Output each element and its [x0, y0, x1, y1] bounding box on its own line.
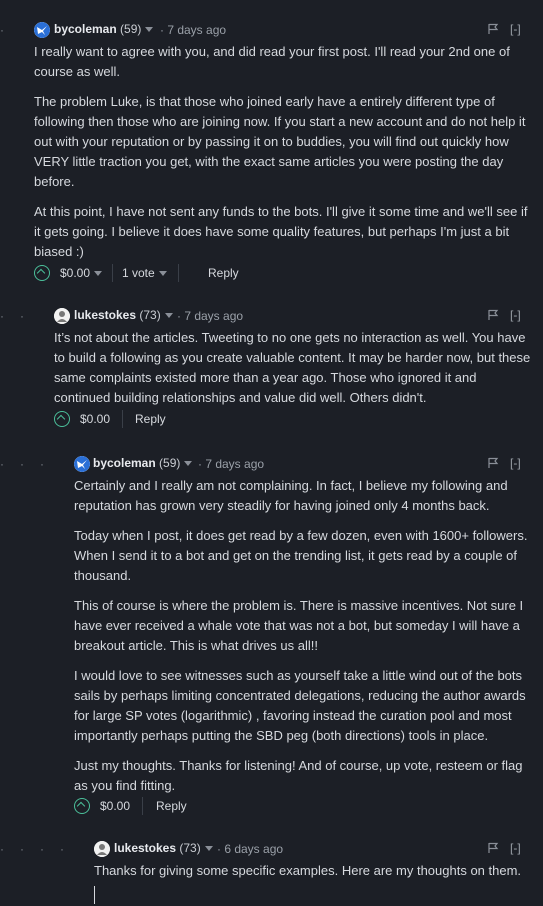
thread-dots: ·	[0, 23, 4, 37]
collapse-toggle[interactable]: [-]	[510, 841, 521, 855]
author-name[interactable]: bycoleman (59)	[54, 22, 154, 36]
divider	[142, 797, 143, 815]
avatar-image-icon	[54, 308, 70, 324]
comment-time[interactable]: · 7 days ago	[198, 457, 264, 471]
chevron-down-icon[interactable]	[94, 271, 103, 277]
comment-paragraph: Just my thoughts. Thanks for listening! …	[74, 758, 523, 793]
flag-icon[interactable]	[487, 309, 499, 321]
vote-count-label: 1 vote	[122, 266, 155, 280]
avatar-image-icon	[94, 841, 110, 857]
flag-icon[interactable]	[487, 23, 499, 35]
comment: · · · bycoleman (59) · 7 days ago [-] Cert…	[0, 454, 543, 820]
thread-dots: · · ·	[0, 457, 44, 471]
avatar[interactable]	[54, 308, 70, 324]
comment-time[interactable]: · 6 days ago	[217, 842, 283, 856]
comment: · · · · lukestokes (73) · 6 days ago [-] Th…	[0, 839, 543, 899]
comment-body: I really want to agree with you, and did…	[34, 42, 535, 272]
comment-footer: $0.00 Reply	[74, 797, 543, 817]
comment-header: · · lukestokes (73) · 7 days ago [-]	[0, 306, 543, 326]
comment-footer: $0.00 Reply	[54, 410, 543, 430]
upvote-icon[interactable]	[34, 265, 50, 281]
divider	[178, 264, 179, 282]
flag-icon[interactable]	[487, 842, 499, 854]
comment-paragraph: Today when I post, it does get read by a…	[74, 528, 528, 583]
text-cursor	[94, 886, 95, 904]
comment: · · lukestokes (73) · 7 days ago [-] It’s…	[0, 306, 543, 430]
comment-header: · bycoleman (59) · 7 days ago [-]	[0, 20, 543, 40]
comment-paragraph: At this point, I have not sent any funds…	[34, 204, 528, 259]
payout-amount: $0.00	[60, 266, 91, 280]
avatar[interactable]	[74, 456, 90, 472]
author-link[interactable]: lukestokes	[74, 308, 136, 322]
comment-paragraph: Thanks for giving some specific examples…	[94, 863, 522, 878]
payout-value[interactable]: $0.00	[80, 412, 110, 426]
author-name[interactable]: bycoleman (59)	[93, 456, 193, 470]
avatar-image-icon	[74, 456, 90, 472]
comment: · bycoleman (59) · 7 days ago [-] I real…	[0, 20, 543, 285]
reply-button[interactable]: Reply	[135, 412, 166, 426]
thread-dots: · · · ·	[0, 842, 64, 856]
author-name[interactable]: lukestokes (73)	[74, 308, 173, 322]
payout-value[interactable]: $0.00	[100, 799, 130, 813]
flag-icon[interactable]	[487, 457, 499, 469]
comment-paragraph: I would love to see witnesses such as yo…	[74, 668, 526, 743]
comment-paragraph: Certainly and I really am not complainin…	[74, 478, 508, 513]
divider	[122, 410, 123, 428]
comment-time[interactable]: · 7 days ago	[177, 309, 243, 323]
author-reputation: (73)	[139, 308, 161, 322]
comment-body: Thanks for giving some specific examples…	[94, 861, 535, 891]
collapse-toggle[interactable]: [-]	[510, 308, 521, 322]
chevron-down-icon[interactable]	[158, 271, 167, 277]
author-name[interactable]: lukestokes (73)	[114, 841, 213, 855]
chevron-down-icon[interactable]	[164, 313, 173, 319]
chevron-down-icon[interactable]	[184, 461, 193, 467]
comment-paragraph: It’s not about the articles. Tweeting to…	[54, 330, 531, 405]
payout-value[interactable]: $0.00	[60, 266, 103, 280]
thread-dots: · ·	[0, 309, 24, 323]
avatar[interactable]	[94, 841, 110, 857]
reply-button[interactable]: Reply	[156, 799, 187, 813]
upvote-icon[interactable]	[54, 411, 70, 427]
vote-count[interactable]: 1 vote	[122, 266, 167, 280]
author-reputation: (59)	[159, 456, 181, 470]
chevron-down-icon[interactable]	[145, 27, 154, 33]
avatar-image-icon	[34, 22, 50, 38]
author-link[interactable]: bycoleman	[93, 456, 156, 470]
upvote-icon[interactable]	[74, 798, 90, 814]
author-reputation: (59)	[120, 22, 142, 36]
comment-paragraph: This of course is where the problem is. …	[74, 598, 524, 653]
collapse-toggle[interactable]: [-]	[510, 456, 521, 470]
comment-body: Certainly and I really am not complainin…	[74, 476, 535, 806]
comment-paragraph: The problem Luke, is that those who join…	[34, 94, 526, 189]
author-reputation: (73)	[179, 841, 201, 855]
author-link[interactable]: lukestokes	[114, 841, 176, 855]
avatar[interactable]	[34, 22, 50, 38]
author-link[interactable]: bycoleman	[54, 22, 117, 36]
comment-header: · · · · lukestokes (73) · 6 days ago [-]	[0, 839, 543, 859]
comment-body: It’s not about the articles. Tweeting to…	[54, 328, 535, 418]
chevron-down-icon[interactable]	[204, 846, 213, 852]
comment-time[interactable]: · 7 days ago	[160, 23, 226, 37]
comment-footer: $0.00 1 vote Reply	[34, 264, 543, 284]
collapse-toggle[interactable]: [-]	[510, 22, 521, 36]
comment-paragraph: I really want to agree with you, and did…	[34, 44, 510, 79]
divider	[112, 264, 113, 282]
comment-header: · · · bycoleman (59) · 7 days ago [-]	[0, 454, 543, 474]
reply-button[interactable]: Reply	[208, 266, 239, 280]
